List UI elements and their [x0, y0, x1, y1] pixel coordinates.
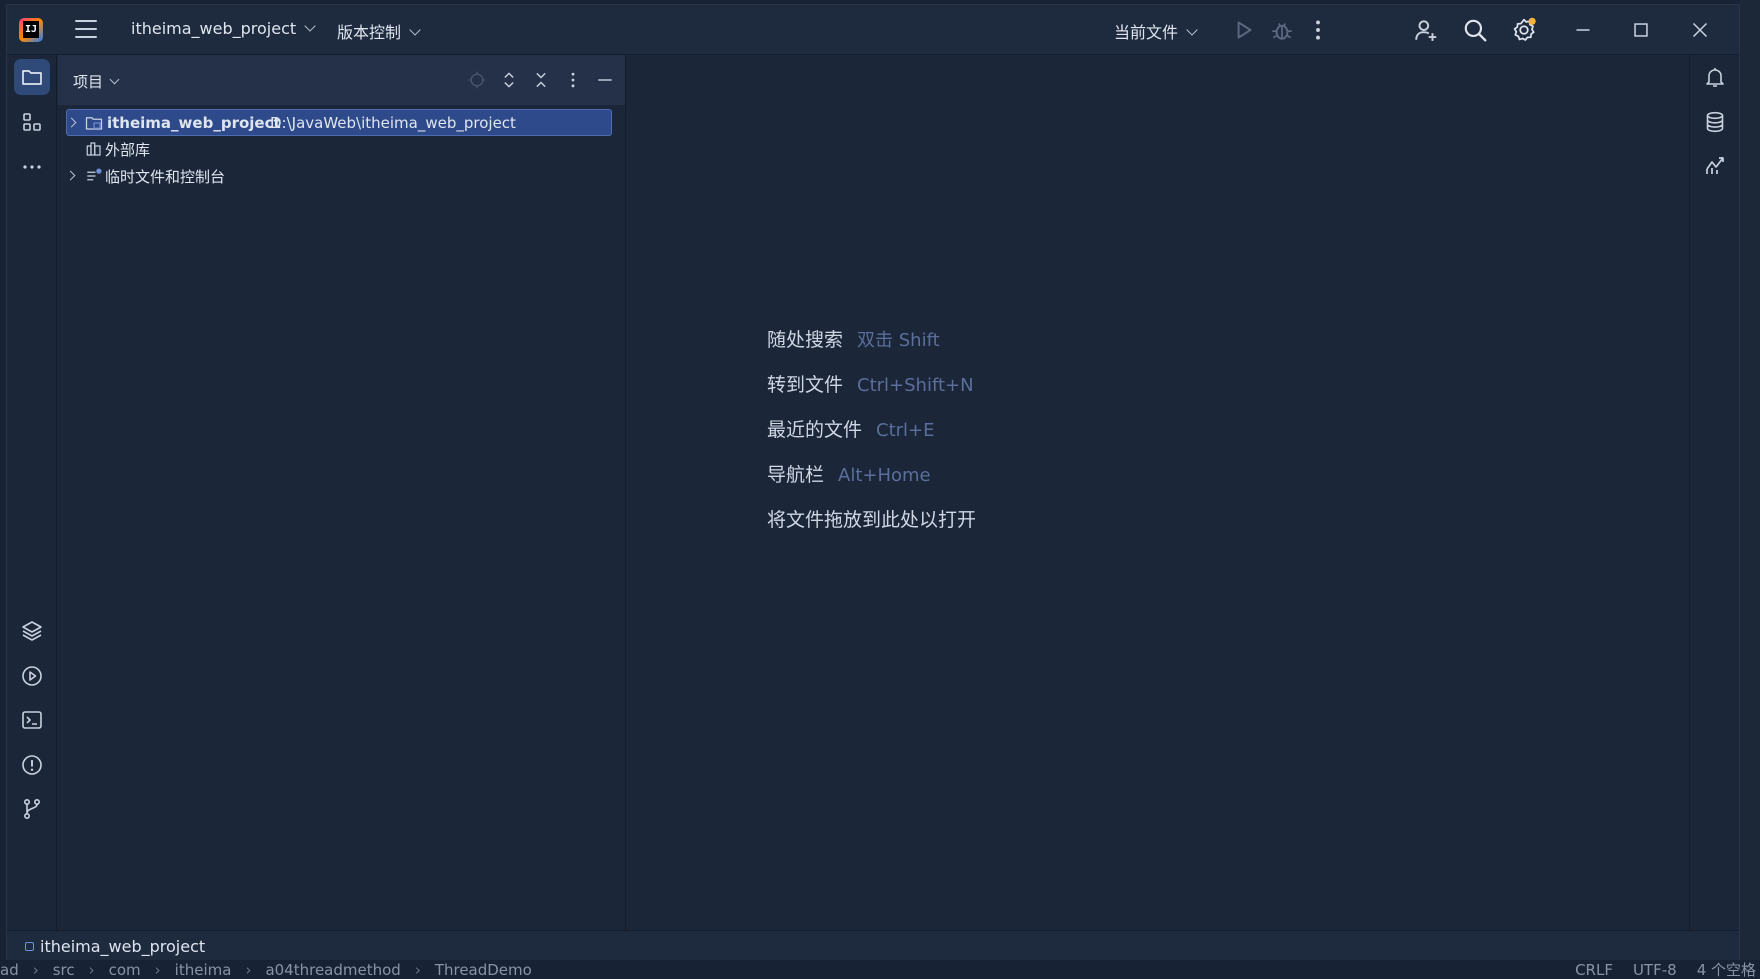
panel-options-icon[interactable]: [561, 68, 585, 92]
project-tool-window: 项目 itheima_web_project D:\JavaWeb\itheim…: [58, 55, 626, 931]
breadcrumb-separator: ›: [414, 960, 421, 979]
status-module-label: itheima_web_project: [40, 937, 206, 956]
project-panel-header: 项目: [58, 55, 625, 105]
run-services-icon[interactable]: [14, 658, 50, 694]
scratches-icon: [85, 167, 103, 185]
hint-label: 随处搜索: [767, 329, 844, 351]
more-vertical-icon[interactable]: [1305, 17, 1331, 43]
chevron-down-icon: [304, 20, 316, 32]
vcs-menu[interactable]: 版本控制: [337, 19, 421, 43]
tree-item-scratches[interactable]: 临时文件和控制台: [58, 163, 625, 190]
breadcrumb-item[interactable]: itheima: [175, 961, 232, 979]
project-tree: itheima_web_project D:\JavaWeb\itheima_w…: [58, 109, 625, 190]
run-configuration-selector[interactable]: 当前文件: [1114, 19, 1198, 43]
chevron-down-icon: [1186, 24, 1198, 36]
module-folder-icon: [85, 114, 103, 132]
vcs-menu-label: 版本控制: [337, 23, 402, 42]
breadcrumb-item[interactable]: ad: [0, 961, 19, 979]
run-configuration-label: 当前文件: [1114, 23, 1179, 42]
chevron-down-icon: [109, 74, 120, 85]
notifications-bell-icon[interactable]: [1697, 59, 1733, 95]
app-logo-icon: [19, 18, 43, 42]
breadcrumb-item[interactable]: ThreadDemo: [435, 961, 532, 979]
chevron-right-icon[interactable]: [66, 117, 77, 128]
hide-panel-icon[interactable]: [593, 68, 617, 92]
locate-file-icon[interactable]: [465, 68, 489, 92]
breadcrumb-separator: ›: [32, 960, 39, 979]
background-status-items: CRLF UTF-8 4 个空格: [1575, 960, 1756, 979]
background-window-edge-right: [1740, 0, 1760, 979]
hint-shortcut: 双击 Shift: [857, 330, 940, 351]
right-tool-strip: [1689, 55, 1739, 955]
module-icon: [25, 942, 34, 951]
title-bar: itheima_web_project 版本控制 当前文件: [7, 5, 1739, 55]
git-branch-icon[interactable]: [14, 791, 50, 827]
close-icon[interactable]: [1687, 17, 1713, 43]
hint-shortcut: Alt+Home: [838, 465, 931, 486]
project-folder-icon[interactable]: [14, 59, 50, 95]
project-view-selector[interactable]: 项目: [73, 71, 120, 92]
hint-shortcut: Ctrl+E: [876, 420, 935, 441]
tree-item-label: 外部库: [105, 141, 151, 159]
minimize-icon[interactable]: [1570, 17, 1596, 43]
add-user-icon[interactable]: [1413, 17, 1439, 43]
breadcrumb-separator: ›: [154, 960, 161, 979]
tree-item-label: itheima_web_project: [107, 113, 281, 132]
breadcrumb-item[interactable]: a04threadmethod: [265, 961, 400, 979]
breadcrumb-separator: ›: [245, 960, 252, 979]
editor-hints: 随处搜索 双击 Shift 转到文件 Ctrl+Shift+N 最近的文件 Ctrl+…: [767, 325, 976, 550]
tree-item-external-libraries[interactable]: 外部库: [58, 136, 625, 163]
more-horizontal-icon[interactable]: [14, 148, 50, 184]
chevron-down-icon: [409, 24, 421, 36]
status-bar: itheima_web_project: [7, 930, 1739, 960]
background-breadcrumb: ad › src › com › itheima › a04threadmethod › …: [0, 960, 532, 979]
maximize-icon[interactable]: [1628, 17, 1654, 43]
ide-window: itheima_web_project 版本控制 当前文件: [6, 4, 1740, 960]
tree-item-project-root[interactable]: itheima_web_project D:\JavaWeb\itheima_w…: [66, 109, 612, 136]
hamburger-menu-icon[interactable]: [75, 20, 97, 38]
indent-indicator[interactable]: 4 个空格: [1697, 959, 1756, 979]
hint-recent-files: 最近的文件 Ctrl+E: [767, 415, 976, 460]
settings-icon[interactable]: [1511, 17, 1537, 43]
hint-shortcut: Ctrl+Shift+N: [857, 375, 974, 396]
layers-icon[interactable]: [14, 613, 50, 649]
encoding-indicator[interactable]: UTF-8: [1633, 961, 1677, 979]
profiler-icon[interactable]: [1697, 148, 1733, 184]
run-icon[interactable]: [1231, 17, 1257, 43]
database-icon[interactable]: [1697, 104, 1733, 140]
library-icon: [85, 140, 103, 158]
expand-all-icon[interactable]: [497, 68, 521, 92]
breadcrumb-separator: ›: [88, 960, 95, 979]
hint-label: 最近的文件: [767, 419, 863, 441]
hint-drop-files: 将文件拖放到此处以打开: [767, 505, 976, 550]
project-panel-toolbar: [465, 68, 617, 92]
editor-empty-state: 随处搜索 双击 Shift 转到文件 Ctrl+Shift+N 最近的文件 Ctrl+…: [627, 55, 1691, 931]
breadcrumb-item[interactable]: com: [109, 961, 141, 979]
hint-label: 转到文件: [767, 374, 844, 396]
hint-label: 将文件拖放到此处以打开: [767, 509, 977, 531]
left-tool-strip: [7, 55, 57, 955]
chevron-right-icon[interactable]: [65, 170, 76, 181]
line-ending-indicator[interactable]: CRLF: [1575, 961, 1613, 979]
project-panel-title: 项目: [73, 73, 104, 91]
hint-search-everywhere: 随处搜索 双击 Shift: [767, 325, 976, 370]
hint-label: 导航栏: [767, 464, 825, 486]
search-icon[interactable]: [1462, 17, 1488, 43]
terminal-icon[interactable]: [14, 702, 50, 738]
hint-go-to-file: 转到文件 Ctrl+Shift+N: [767, 370, 976, 415]
tree-item-path: D:\JavaWeb\itheima_web_project: [270, 113, 516, 132]
breadcrumb-item[interactable]: src: [53, 961, 75, 979]
project-switcher[interactable]: itheima_web_project: [131, 19, 316, 38]
status-module[interactable]: itheima_web_project: [25, 937, 205, 956]
collapse-all-icon[interactable]: [529, 68, 553, 92]
hint-navigation-bar: 导航栏 Alt+Home: [767, 460, 976, 505]
background-window-statusbar: ad › src › com › itheima › a04threadmethod › …: [0, 960, 1760, 979]
structure-icon[interactable]: [14, 104, 50, 140]
debug-icon[interactable]: [1269, 17, 1295, 43]
problems-icon[interactable]: [14, 747, 50, 783]
tree-item-label: 临时文件和控制台: [105, 168, 226, 186]
project-switcher-label: itheima_web_project: [131, 19, 297, 38]
